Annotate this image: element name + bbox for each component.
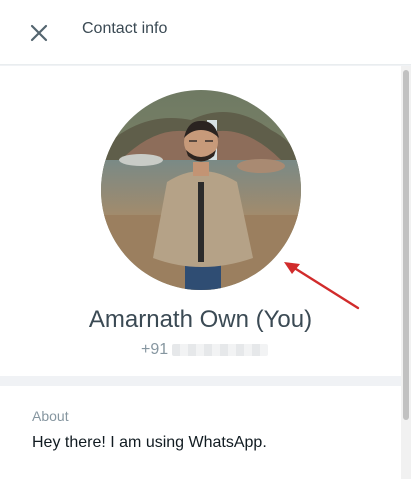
about-label: About bbox=[32, 408, 69, 424]
header-title: Contact info bbox=[82, 20, 168, 37]
contact-info-panel: Amarnath Own (You) +91 About Hey there! … bbox=[0, 66, 401, 479]
about-text: Hey there! I am using WhatsApp. bbox=[32, 434, 267, 451]
contact-info-header: Contact info bbox=[0, 0, 411, 65]
about-section: About Hey there! I am using WhatsApp. bbox=[0, 386, 401, 479]
close-button[interactable] bbox=[26, 20, 52, 46]
phone-number: +91 bbox=[141, 340, 269, 360]
profile-card: Amarnath Own (You) +91 bbox=[0, 66, 401, 376]
scrollbar[interactable] bbox=[401, 66, 411, 479]
profile-name: Amarnath Own (You) bbox=[88, 306, 313, 333]
profile-photo[interactable] bbox=[101, 90, 301, 290]
phone-blurred-digits bbox=[172, 344, 269, 356]
scroll-thumb[interactable] bbox=[403, 70, 409, 420]
phone-prefix: +91 bbox=[141, 341, 169, 358]
close-icon bbox=[30, 24, 48, 42]
